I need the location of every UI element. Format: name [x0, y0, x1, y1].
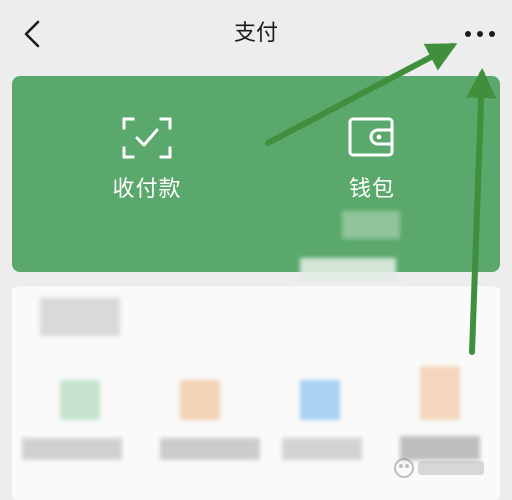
annotation-arrow [466, 68, 497, 355]
annotation-arrow [265, 43, 458, 146]
annotation-arrows [265, 43, 497, 355]
